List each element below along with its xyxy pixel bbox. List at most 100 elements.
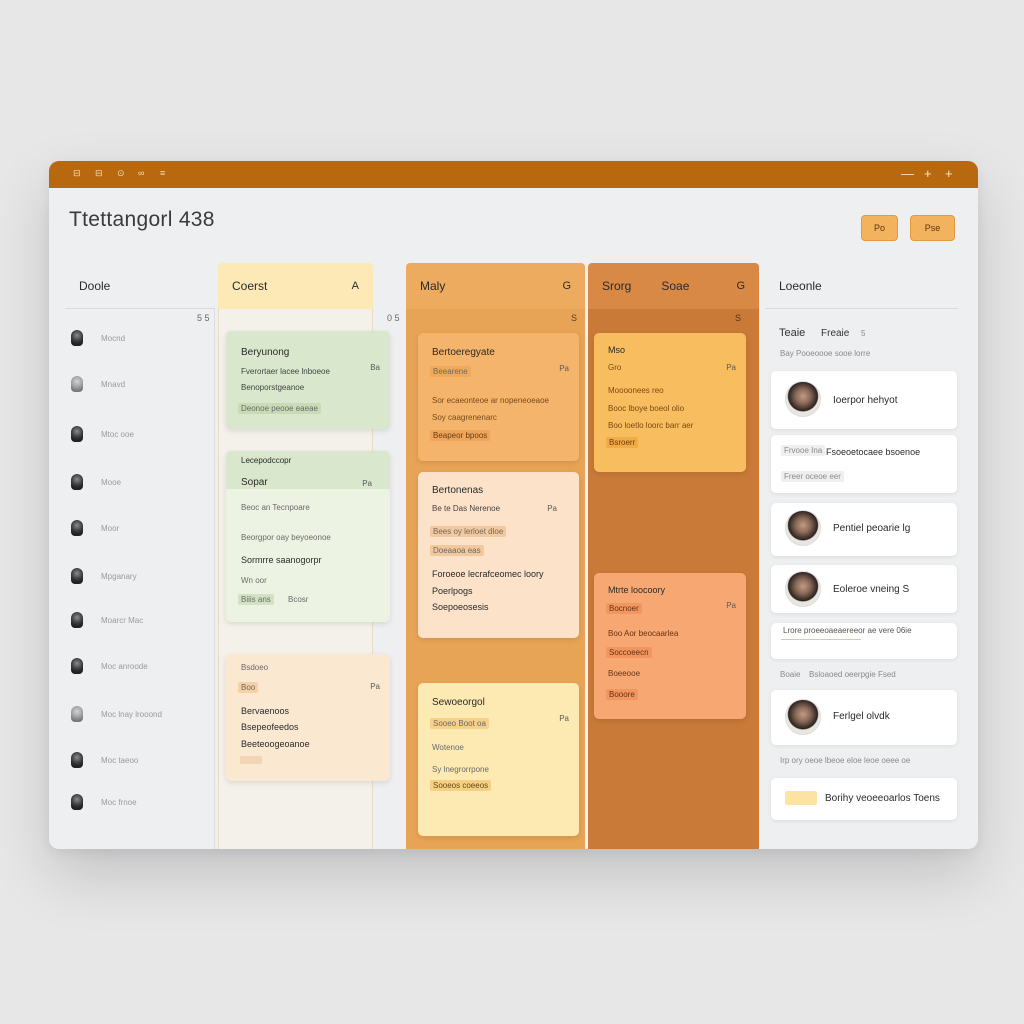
task-card[interactable]: Bertonenas Be te Das Nerenoe Pa Bees oy … bbox=[418, 472, 579, 638]
person-tag: Frvooe Ina bbox=[781, 445, 826, 456]
card-line: Foroeoe lecrafceomec loory bbox=[432, 569, 544, 579]
card-subtitle: Sopar bbox=[241, 477, 268, 488]
footer-card[interactable]: Borihy veoeeoarlos Toens bbox=[771, 778, 957, 820]
card-pill: Pa bbox=[559, 714, 569, 723]
column-title: Maly bbox=[420, 279, 446, 293]
task-card[interactable]: Bsdoeo Boo Pa Bervaenoos Bsepeofeedos Be… bbox=[226, 654, 390, 781]
card-title: Mtrte loocoory bbox=[608, 585, 666, 595]
card-title: Beryunong bbox=[241, 347, 290, 358]
person-name: Pentiel peoarie lg bbox=[833, 523, 911, 534]
card-subtitle: Be te Das Nerenoe bbox=[432, 504, 501, 513]
avatar bbox=[71, 474, 83, 490]
card-line: Boo loetlo loorc barr aer bbox=[608, 421, 694, 430]
app-window: ⊟ ⊟ ⊙ ∞ ≡ — + + Ttettangorl 438 Po Pse D… bbox=[49, 161, 978, 849]
list-item[interactable]: Moc taeoo bbox=[71, 751, 138, 769]
list-item[interactable]: Moarcr Mac bbox=[71, 611, 143, 629]
person-card[interactable]: Pentiel peoarie lg bbox=[771, 503, 957, 556]
maximize-button[interactable]: + bbox=[924, 166, 932, 181]
card-title: Lecepodccopr bbox=[241, 456, 292, 465]
card-line: Poerlpogs bbox=[432, 586, 473, 596]
chat-icon[interactable]: ⊙ bbox=[117, 168, 125, 179]
card-title: Bsdoeo bbox=[241, 663, 269, 672]
card-line: Booc lboye boeol olio bbox=[608, 404, 685, 413]
person-card[interactable]: Frvooe Ina Fsoeoetocaee bsoenoe Freer oc… bbox=[771, 435, 957, 493]
link-icon[interactable]: ∞ bbox=[138, 168, 144, 178]
person-card[interactable]: Lrore proeeoaeaereeor ae vere 06ie bbox=[771, 623, 957, 659]
column-title: Doole bbox=[79, 278, 111, 293]
list-item[interactable]: Mnavd bbox=[71, 375, 125, 393]
person-card[interactable]: Ferlgel olvdk bbox=[771, 690, 957, 745]
list-item[interactable]: Mocnd bbox=[71, 329, 125, 347]
list-item-label: Mnavd bbox=[101, 379, 126, 389]
card-pill: Pa bbox=[362, 479, 372, 488]
list-item[interactable]: Mpganary bbox=[71, 567, 137, 585]
list-item-label: Mtoc ooe bbox=[101, 429, 134, 439]
list-item[interactable]: Mtoc ooe bbox=[71, 425, 134, 443]
list-item-label: Moor bbox=[101, 523, 120, 533]
column-meta: S bbox=[735, 313, 742, 323]
person-name: Ioerpor hehyot bbox=[833, 395, 898, 406]
card-subtitle: Gro bbox=[608, 363, 622, 372]
avatar bbox=[71, 520, 83, 536]
panel-count: 5 bbox=[861, 329, 866, 338]
card-line: Boo Aor beocaarlea bbox=[608, 629, 679, 638]
person-line: Freer oceoe eer bbox=[781, 471, 844, 482]
header-button-secondary[interactable]: Pse bbox=[910, 215, 955, 241]
avatar bbox=[785, 571, 821, 607]
card-title: Sewoeorgol bbox=[432, 697, 485, 708]
task-card[interactable]: Mtrte loocoory Bocnoer Pa Boo Aor beocaa… bbox=[594, 573, 746, 719]
list-item[interactable]: Moc frnoe bbox=[71, 793, 137, 811]
column-header-doole[interactable]: Doole bbox=[65, 263, 215, 309]
card-tag: Bcosr bbox=[288, 595, 309, 604]
card-line: Soy caagrenenarc bbox=[432, 413, 497, 422]
column-header-srorg[interactable]: Srorg Soae G bbox=[588, 263, 759, 309]
list-item-label: Mpganary bbox=[101, 571, 137, 581]
title-bar: ⊟ ⊟ ⊙ ∞ ≡ — + + bbox=[49, 161, 978, 188]
list-item-label: Moc lnay lrooond bbox=[101, 709, 162, 719]
column-title: Coerst bbox=[232, 279, 268, 293]
task-card[interactable]: Bertoeregyate Beearene Pa Sor ecaeonteoe… bbox=[418, 333, 579, 461]
card-pill: Ba bbox=[370, 363, 380, 372]
card-line: Moooonees reo bbox=[608, 386, 664, 395]
column-header-maly[interactable]: Maly G bbox=[406, 263, 585, 309]
card-line: Soepoeosesis bbox=[432, 602, 489, 612]
avatar bbox=[71, 330, 83, 346]
column-meta: S bbox=[571, 313, 578, 323]
list-icon[interactable]: ⊟ bbox=[95, 168, 103, 179]
close-button[interactable]: + bbox=[945, 166, 953, 181]
menu-icon[interactable]: ≡ bbox=[160, 168, 165, 178]
list-item[interactable]: Moc anroode bbox=[71, 657, 148, 675]
column-count: G bbox=[562, 280, 571, 292]
column-subtitle: Soae bbox=[661, 279, 690, 293]
person-card[interactable]: Eoleroe vneing S bbox=[771, 565, 957, 613]
card-line: Booore bbox=[606, 689, 638, 700]
card-line: Benoporstgeanoe bbox=[241, 383, 305, 392]
card-line: Sor ecaeonteoe ar nopeneoeaoe bbox=[432, 396, 549, 405]
panel-header: Loeonle bbox=[765, 263, 958, 309]
card-subtitle: Beearene bbox=[430, 366, 471, 377]
column-header-coerst[interactable]: Coerst A bbox=[218, 263, 373, 309]
card-line: Beoc an Tecnpoare bbox=[241, 503, 310, 512]
column-meta: 0 5 bbox=[387, 313, 400, 323]
task-card[interactable]: Sewoeorgol Sooeo Boot oa Pa Wotenoe Sy l… bbox=[418, 683, 579, 836]
task-card[interactable]: Lecepodccopr Sopar Pa Beoc an Tecnpoare … bbox=[226, 451, 390, 622]
list-item[interactable]: Moor bbox=[71, 519, 119, 537]
list-item[interactable]: Mooe bbox=[71, 473, 121, 491]
card-line: Doeaaoa eas bbox=[430, 545, 484, 556]
task-card[interactable]: Mso Gro Pa Moooonees reo Booc lboye boeo… bbox=[594, 333, 746, 472]
task-card[interactable]: Beryunong Ba Fverortaer lacee lnboeoe Be… bbox=[226, 331, 390, 429]
card-line: Fverortaer lacee lnboeoe bbox=[241, 367, 330, 376]
minimize-button[interactable]: — bbox=[901, 166, 914, 181]
header-button-primary[interactable]: Po bbox=[861, 215, 898, 241]
card-line: Beorgpor oay beyoeonoe bbox=[241, 533, 331, 542]
card-tag: Biiis ans bbox=[238, 594, 274, 605]
footer-label: Borihy veoeeoarlos Toens bbox=[825, 793, 940, 804]
grid-icon[interactable]: ⊟ bbox=[73, 168, 81, 179]
card-line: Boeeooe bbox=[608, 669, 641, 678]
card-line: Sy lnegrorrpone bbox=[432, 765, 489, 774]
column-meta: 5 5 bbox=[197, 313, 210, 323]
list-item[interactable]: Moc lnay lrooond bbox=[71, 705, 162, 723]
card-subtitle: Bocnoer bbox=[606, 603, 642, 614]
panel-meta: Bsloaoed oeerpgie Fsed bbox=[809, 670, 896, 679]
person-card[interactable]: Ioerpor hehyot bbox=[771, 371, 957, 429]
